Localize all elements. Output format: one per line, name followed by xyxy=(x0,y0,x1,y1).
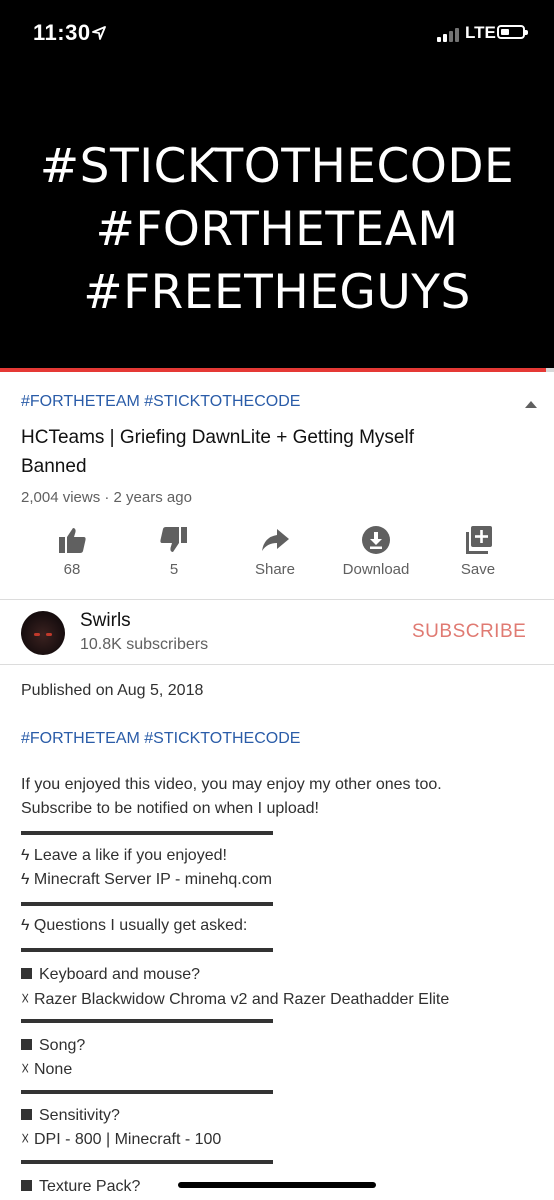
share-arrow-icon xyxy=(262,529,289,551)
description-line: If you enjoyed this video, you may enjoy… xyxy=(21,776,442,793)
download-button[interactable]: Download xyxy=(330,524,422,578)
battery-icon xyxy=(497,25,528,39)
video-hashtags[interactable]: #FORTHETEAM #STICKTOTHECODE xyxy=(21,393,300,411)
answer-line: ☓ None xyxy=(21,1061,73,1078)
question-text: Keyboard and mouse? xyxy=(39,966,200,983)
channel-avatar[interactable] xyxy=(21,611,65,655)
question-line: Keyboard and mouse? xyxy=(21,966,200,984)
description-line: ϟ Leave a like if you enjoyed! xyxy=(21,847,227,864)
network-type: LTE xyxy=(465,23,496,42)
separator-line xyxy=(21,948,273,952)
dislike-count: 5 xyxy=(169,561,179,578)
share-button[interactable]: Share xyxy=(229,524,321,578)
separator-line xyxy=(21,831,273,835)
video-meta: 2,004 views · 2 years ago xyxy=(21,489,192,506)
square-bullet-icon xyxy=(21,968,32,979)
avatar-eye xyxy=(34,633,40,636)
question-text: Texture Pack? xyxy=(39,1178,141,1195)
subscriber-count: 10.8K subscribers xyxy=(80,636,209,653)
overlay-line: #FORTHETEAM xyxy=(95,202,459,257)
question-line: Texture Pack? xyxy=(21,1178,140,1196)
description-line: Subscribe to be notified on when I uploa… xyxy=(21,800,319,817)
description-line: ϟ Questions I usually get asked: xyxy=(21,917,248,934)
save-button[interactable]: Save xyxy=(432,524,524,578)
question-text: Song? xyxy=(39,1037,86,1054)
share-label: Share xyxy=(254,561,296,578)
home-indicator[interactable] xyxy=(178,1182,376,1188)
thumbs-down-icon xyxy=(160,527,187,552)
collapse-arrow-icon[interactable] xyxy=(524,399,538,409)
add-to-playlist-icon xyxy=(466,526,492,554)
like-count: 68 xyxy=(63,561,81,578)
separator-line xyxy=(21,1019,273,1023)
separator-line xyxy=(21,902,273,906)
overlay-line: #STICKTOTHECODE xyxy=(39,139,515,194)
answer-line: ☓ DPI - 800 | Minecraft - 100 xyxy=(21,1131,222,1148)
thumbs-up-icon xyxy=(59,528,86,553)
question-text: Sensitivity? xyxy=(39,1107,120,1124)
dislike-button[interactable]: 5 xyxy=(128,524,220,578)
action-row: 68 5 Share Download Save xyxy=(0,524,554,586)
separator-line xyxy=(21,1160,273,1164)
description-line[interactable]: ϟ Minecraft Server IP - minehq.com xyxy=(21,871,272,889)
published-date: Published on Aug 5, 2018 xyxy=(21,682,204,699)
video-player[interactable]: 11:30 LTE #STICKTOTHECODE #FORTHETEAM #F… xyxy=(0,0,554,368)
divider xyxy=(0,599,554,600)
square-bullet-icon xyxy=(21,1180,32,1191)
avatar-eye xyxy=(46,633,52,636)
overlay-line: #FREETHEGUYS xyxy=(83,265,471,320)
status-bar: 11:30 LTE xyxy=(0,0,554,64)
like-button[interactable]: 68 xyxy=(26,524,118,578)
download-icon xyxy=(362,526,390,554)
download-label: Download xyxy=(342,561,410,578)
square-bullet-icon xyxy=(21,1109,32,1120)
question-line: Song? xyxy=(21,1037,85,1055)
save-label: Save xyxy=(460,561,496,578)
separator-line xyxy=(21,1090,273,1094)
divider xyxy=(0,664,554,665)
description-hashtags[interactable]: #FORTHETEAM #STICKTOTHECODE xyxy=(21,730,300,748)
square-bullet-icon xyxy=(21,1039,32,1050)
video-progress-fill xyxy=(0,368,546,372)
location-arrow-icon xyxy=(92,26,106,40)
video-title: HCTeams | Griefing DawnLite + Getting My… xyxy=(21,427,414,477)
subscribe-button[interactable]: SUBSCRIBE xyxy=(412,621,526,643)
video-overlay-text: #STICKTOTHECODE #FORTHETEAM #FREETHEGUYS xyxy=(0,135,554,324)
channel-name[interactable]: Swirls xyxy=(80,610,131,632)
video-progress-bar[interactable] xyxy=(0,368,554,372)
cellular-signal-icon xyxy=(437,28,463,42)
question-line: Sensitivity? xyxy=(21,1107,120,1125)
status-time: 11:30 xyxy=(33,20,91,45)
answer-line: ☓ Razer Blackwidow Chroma v2 and Razer D… xyxy=(21,991,450,1008)
